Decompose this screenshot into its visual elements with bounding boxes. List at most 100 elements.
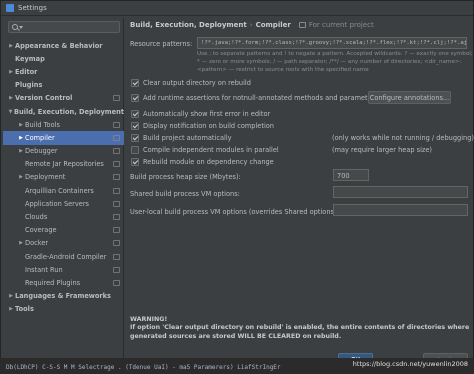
configure-annotations-button[interactable]: Configure annotations...: [368, 91, 451, 104]
chevron-right-icon[interactable]: ▶: [17, 135, 25, 141]
compile-parallel-option[interactable]: Compile independent modules in parallel: [131, 146, 279, 154]
project-icon: [298, 22, 306, 28]
show-first-error-checkbox[interactable]: [131, 110, 139, 118]
warning-line-2: generated sources are stored WILL BE CLE…: [130, 332, 342, 340]
clear-output-checkbox[interactable]: [131, 79, 139, 87]
add-assertions-label: Add runtime assertions for notnull-annot…: [143, 94, 378, 102]
sidebar-item-label: Keymap: [15, 54, 45, 63]
breadcrumb-separator: ›: [249, 21, 253, 29]
resource-patterns-hint-2: * — zero or more symbols; / — path separ…: [197, 59, 462, 65]
chevron-right-icon[interactable]: ▶: [7, 69, 15, 75]
project-icon: [113, 214, 120, 221]
chevron-right-icon[interactable]: ▶: [17, 240, 25, 246]
sidebar-item-remote-jar-repositories[interactable]: Remote Jar Repositories: [3, 158, 124, 171]
compile-parallel-checkbox[interactable]: [131, 146, 139, 154]
sidebar-item-keymap[interactable]: Keymap: [3, 52, 124, 65]
rebuild-on-change-checkbox[interactable]: [131, 158, 139, 166]
chevron-down-icon[interactable]: [19, 25, 23, 29]
sidebar-item-languages-frameworks[interactable]: ▶ Languages & Frameworks: [3, 290, 124, 303]
watermark-text: https://blog.csdn.net/yuwenlin2008: [352, 360, 468, 368]
chevron-right-icon[interactable]: ▶: [7, 95, 15, 101]
sidebar-item-label: Instant Run: [25, 265, 63, 274]
scope-label: For current project: [298, 21, 374, 29]
add-assertions-checkbox[interactable]: [131, 94, 139, 102]
build-auto-option[interactable]: Build project automatically: [131, 134, 232, 142]
sidebar-item-label: Plugins: [15, 81, 43, 90]
sidebar-item-clouds[interactable]: Clouds: [3, 210, 124, 223]
build-auto-label: Build project automatically: [143, 134, 232, 142]
chevron-right-icon[interactable]: ▶: [7, 293, 15, 299]
clear-output-option[interactable]: Clear output directory on rebuild: [131, 79, 251, 87]
sidebar-item-label: Deployment: [25, 173, 66, 182]
sidebar-item-label: Tools: [15, 305, 34, 314]
user-vm-input[interactable]: [333, 204, 468, 216]
sidebar-item-required-plugins[interactable]: Required Plugins: [3, 276, 124, 289]
project-icon: [113, 161, 120, 168]
search-field[interactable]: [8, 21, 120, 33]
shared-vm-input[interactable]: [333, 186, 468, 198]
show-first-error-option[interactable]: Automatically show first error in editor: [131, 110, 270, 118]
add-assertions-option[interactable]: Add runtime assertions for notnull-annot…: [131, 94, 378, 102]
sidebar-item-version-control[interactable]: ▶ Version Control: [3, 92, 124, 105]
display-notification-checkbox[interactable]: [131, 122, 139, 130]
heap-size-label: Build process heap size (Mbytes):: [130, 173, 241, 181]
sidebar-item-label: Appearance & Behavior: [15, 41, 103, 50]
chevron-right-icon[interactable]: ▶: [17, 174, 25, 180]
compiler-panel: Build, Execution, Deployment › Compiler …: [125, 18, 474, 366]
sidebar-item-label: Coverage: [25, 226, 57, 235]
sidebar-item-label: Compiler: [25, 133, 55, 142]
sidebar-item-application-servers[interactable]: Application Servers: [3, 197, 124, 210]
user-vm-label: User-local build process VM options (ove…: [130, 208, 339, 216]
resource-patterns-label: Resource patterns:: [130, 40, 193, 48]
rebuild-on-change-option[interactable]: Rebuild module on dependency change: [131, 158, 274, 166]
chevron-right-icon[interactable]: ▶: [17, 148, 25, 154]
project-icon: [113, 187, 120, 194]
heap-size-input[interactable]: 700: [333, 169, 369, 181]
project-icon: [113, 227, 120, 234]
sidebar-item-debugger[interactable]: ▶ Debugger: [3, 145, 124, 158]
display-notification-label: Display notification on build completion: [143, 122, 274, 130]
chevron-right-icon[interactable]: ▶: [7, 306, 15, 312]
scope-text: For current project: [308, 21, 374, 29]
sidebar-item-label: Build Tools: [25, 120, 60, 129]
sidebar-item-gradle-android-compiler[interactable]: Gradle-Android Compiler: [3, 250, 124, 263]
sidebar-item-coverage[interactable]: Coverage: [3, 224, 124, 237]
breadcrumb-section: Build, Execution, Deployment: [130, 21, 247, 29]
sidebar-item-build-tools[interactable]: ▶ Build Tools: [3, 118, 124, 131]
show-first-error-label: Automatically show first error in editor: [143, 110, 271, 118]
resource-patterns-input[interactable]: !?*.java;!?*.form;!?*.class;!?*.groovy;!…: [197, 37, 467, 49]
sidebar-item-label: Debugger: [25, 147, 58, 156]
display-notification-option[interactable]: Display notification on build completion: [131, 122, 274, 130]
project-icon: [113, 148, 120, 155]
shared-vm-label: Shared build process VM options:: [130, 190, 240, 198]
build-auto-note: (only works while not running / debuggin…: [332, 134, 474, 142]
sidebar-item-label: Clouds: [25, 213, 48, 222]
sidebar-item-compiler[interactable]: ▶ Compiler: [3, 131, 124, 145]
resource-patterns-hint-3: <pattern> — restrict to source roots wit…: [197, 67, 369, 73]
sidebar-item-build-execution-deployment[interactable]: ▼ Build, Execution, Deployment: [3, 105, 124, 118]
compile-parallel-note: (may require larger heap size): [332, 146, 433, 154]
project-icon: [113, 240, 120, 247]
sidebar-item-label: Application Servers: [25, 199, 89, 208]
sidebar-item-label: Build, Execution, Deployment: [14, 107, 124, 116]
chevron-right-icon[interactable]: ▶: [7, 43, 15, 49]
build-auto-checkbox[interactable]: [131, 134, 139, 142]
sidebar-item-editor[interactable]: ▶ Editor: [3, 65, 124, 78]
sidebar-item-deployment[interactable]: ▶ Deployment: [3, 171, 124, 184]
sidebar-item-instant-run[interactable]: Instant Run: [3, 263, 124, 276]
sidebar-item-arquillian-containers[interactable]: Arquillian Containers: [3, 184, 124, 197]
sidebar-item-docker[interactable]: ▶ Docker: [3, 237, 124, 250]
compile-parallel-label: Compile independent modules in parallel: [143, 146, 279, 154]
warning-line-1: If option 'Clear output directory on reb…: [130, 324, 470, 332]
sidebar-item-appearance-behavior[interactable]: ▶ Appearance & Behavior: [3, 39, 124, 52]
sidebar-item-label: Gradle-Android Compiler: [25, 252, 107, 261]
chevron-down-icon[interactable]: ▼: [7, 109, 14, 115]
settings-tree: ▶ Appearance & Behavior Keymap ▶ Editor Plugi…: [3, 39, 124, 316]
clear-output-label: Clear output directory on rebuild: [143, 79, 251, 87]
sidebar-item-tools[interactable]: ▶ Tools: [3, 303, 124, 316]
settings-sidebar: ▶ Appearance & Behavior Keymap ▶ Editor Plugi…: [3, 18, 124, 358]
sidebar-item-label: Required Plugins: [25, 278, 81, 287]
sidebar-item-plugins[interactable]: Plugins: [3, 79, 124, 92]
chevron-right-icon[interactable]: ▶: [17, 122, 25, 128]
project-icon: [113, 200, 120, 207]
